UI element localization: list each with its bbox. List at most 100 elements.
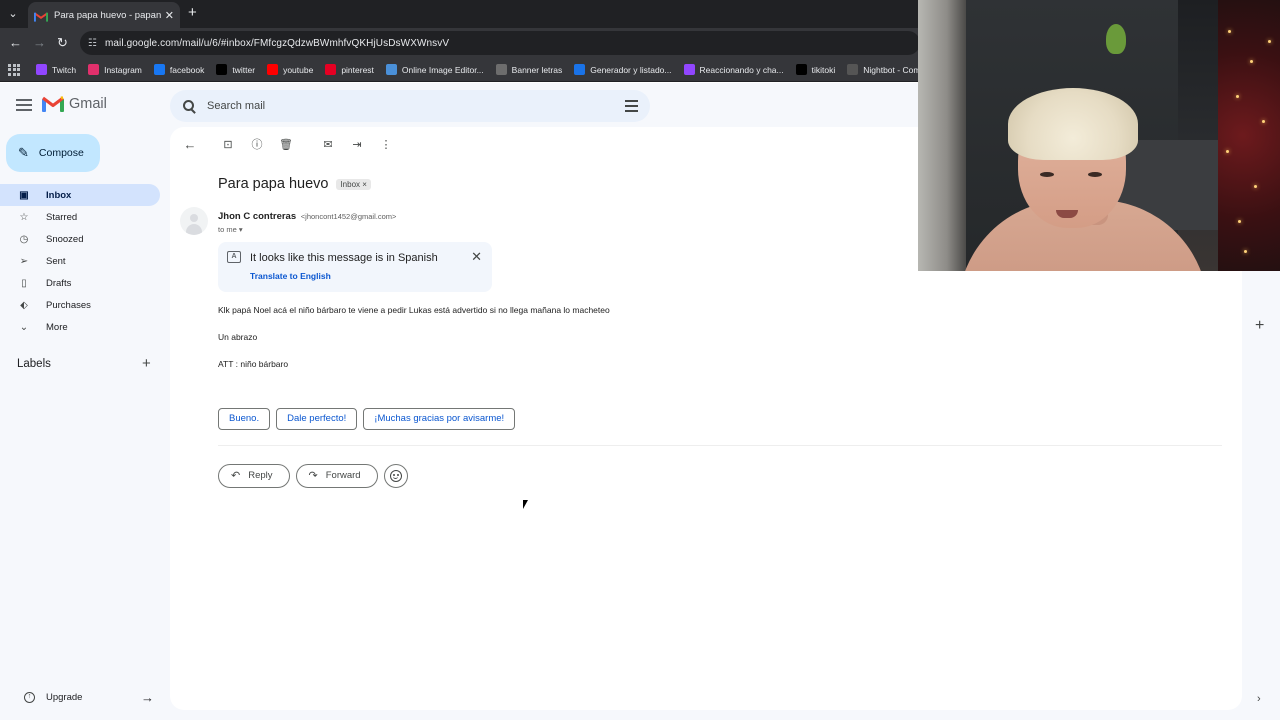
sidebar-nav: ▣ Inbox ☆ Starred ◷ Snoozed ➢ Sent ▯ Drafts ⬖ Purch… [0, 184, 160, 338]
reload-icon[interactable]: ↻ [57, 35, 68, 51]
image-editor-icon [385, 64, 397, 75]
sidebar-item-inbox[interactable]: ▣ Inbox [0, 184, 160, 206]
webcam-door [918, 0, 966, 271]
back-to-inbox-icon[interactable]: ← [182, 137, 198, 153]
translate-message: It looks like this message is in Spanish [250, 252, 438, 264]
show-side-panel-icon[interactable]: › [1257, 693, 1261, 705]
more-options-icon[interactable]: ⋮ [378, 137, 394, 153]
twitch-icon [683, 64, 695, 75]
omnibox[interactable]: ☷ mail.google.com/mail/u/6/#inbox/FMfcgz… [80, 31, 920, 55]
search-icon[interactable] [183, 99, 196, 113]
back-icon[interactable]: ← [9, 35, 22, 51]
tab-title: Para papa huevo - papanoelcu... [54, 9, 161, 21]
apps-grid-icon[interactable] [8, 63, 20, 76]
youtube-icon [267, 64, 279, 75]
main-menu-icon[interactable] [16, 99, 32, 111]
compose-button[interactable]: ✎ Compose [6, 134, 100, 172]
smart-reply-button[interactable]: Dale perfecto! [276, 408, 358, 430]
recipient-details[interactable]: to me ▾ [218, 225, 243, 234]
move-to-icon[interactable]: ⇥ [349, 137, 365, 153]
generator-icon [574, 64, 586, 75]
close-icon[interactable]: ✕ [471, 249, 482, 265]
site-info-icon[interactable]: ☷ [88, 38, 97, 49]
sidebar-item-label: Drafts [46, 277, 72, 289]
delete-icon[interactable]: 🗑 [278, 137, 294, 153]
sender-name[interactable]: Jhon C contreras [218, 211, 296, 222]
search-options-icon[interactable] [625, 100, 638, 112]
forward-label: Forward [325, 470, 361, 481]
bookmark-label: youtube [283, 64, 314, 75]
facebook-icon [153, 64, 165, 75]
bookmark-item[interactable]: pinterest [325, 64, 374, 75]
pinterest-icon [325, 64, 337, 75]
inbox-label-chip[interactable]: Inbox × [336, 178, 371, 190]
webcam-alien-figure [1106, 24, 1126, 54]
emoji-reaction-button[interactable] [383, 464, 408, 488]
tab-search-icon[interactable]: ⌄ [4, 5, 22, 23]
sidebar-item-snoozed[interactable]: ◷ Snoozed [0, 228, 160, 250]
bookmark-item[interactable]: Reaccionando y cha... [683, 64, 784, 75]
star-icon: ☆ [19, 211, 29, 223]
bookmark-item[interactable]: Twitch [36, 64, 76, 75]
webcam-person-hair [1008, 88, 1138, 160]
browser-tab[interactable]: Para papa huevo - papanoelcu... ✕ [28, 2, 180, 28]
sidebar-item-label: More [46, 321, 68, 333]
reply-icon: ↶ [231, 470, 241, 482]
sidebar-item-sent[interactable]: ➢ Sent [0, 250, 160, 272]
bookmark-label: pinterest [341, 64, 374, 75]
reply-label: Reply [248, 470, 273, 481]
tab-close-icon[interactable]: ✕ [165, 9, 174, 22]
add-label-icon[interactable]: + [142, 355, 151, 372]
bookmark-item[interactable]: twitter [216, 64, 255, 75]
tiktok-icon [795, 64, 807, 75]
upgrade-button[interactable]: ↑ Upgrade → [24, 690, 154, 705]
sender-line: Jhon C contreras <jhoncont1452@gmail.com… [218, 211, 396, 222]
bookmark-item[interactable]: tikitoki [795, 64, 836, 75]
translate-banner: A It looks like this message is in Spani… [218, 242, 492, 292]
sidebar-item-starred[interactable]: ☆ Starred [0, 206, 160, 228]
smart-reply-button[interactable]: ¡Muchas gracias por avisarme! [363, 408, 516, 430]
bookmark-item[interactable]: Banner letras [495, 64, 562, 75]
mark-unread-icon[interactable]: ✉ [320, 137, 336, 153]
gmail-logo[interactable]: Gmail [42, 96, 107, 112]
bookmark-label: Reaccionando y cha... [699, 64, 784, 75]
archive-icon[interactable]: ⊡ [220, 137, 236, 153]
sidebar-item-label: Purchases [46, 299, 91, 311]
report-spam-icon[interactable]: ⓘ [249, 137, 265, 153]
clock-icon: ◷ [19, 233, 29, 245]
search-bar[interactable] [170, 90, 650, 122]
new-tab-button[interactable]: + [188, 5, 197, 21]
bookmark-item[interactable]: facebook [153, 64, 204, 75]
message-body: Klk papá Noel acá el niño bárbaro te vie… [218, 305, 610, 386]
smiley-icon [389, 470, 402, 482]
bookmark-label: twitter [232, 64, 256, 75]
draft-icon: ▯ [21, 277, 27, 289]
arrow-right-icon: → [141, 690, 154, 705]
bookmark-label: tikitoki [811, 64, 836, 75]
forward-button[interactable]: ↷ Forward [295, 464, 378, 488]
sidebar-item-label: Starred [46, 211, 78, 223]
bookmark-label: Generador y listado... [590, 64, 672, 75]
bookmark-item[interactable]: Instagram [88, 64, 142, 75]
labels-heading: Labels [17, 358, 51, 370]
forward-icon[interactable]: → [33, 35, 46, 51]
bookmark-item[interactable]: Online Image Editor... [385, 64, 484, 75]
get-addons-icon[interactable]: + [1255, 317, 1264, 335]
smart-reply-button[interactable]: Bueno. [218, 408, 271, 430]
send-icon: ➢ [19, 255, 29, 267]
pencil-icon: ✎ [18, 145, 29, 160]
sidebar-item-purchases[interactable]: ⬖ Purchases [0, 294, 160, 316]
bookmark-item[interactable]: Generador y listado... [574, 64, 672, 75]
sidebar-item-label: Inbox [46, 189, 72, 201]
search-input[interactable] [207, 100, 597, 112]
message-toolbar: ← ⊡ ⓘ 🗑 ✉ ⇥ ⋮ [182, 137, 407, 153]
reply-button[interactable]: ↶ Reply [218, 464, 290, 488]
translate-link[interactable]: Translate to English [250, 271, 331, 281]
sidebar-item-more[interactable]: ⌄ More [0, 316, 160, 338]
sidebar-item-drafts[interactable]: ▯ Drafts [0, 272, 160, 294]
forward-icon: ↷ [308, 470, 318, 482]
url-text[interactable]: mail.google.com/mail/u/6/#inbox/FMfcgzQd… [105, 38, 449, 49]
webcam-christmas-tree [1218, 0, 1280, 271]
webcam-person-eye [1088, 172, 1102, 177]
bookmark-item[interactable]: youtube [267, 64, 313, 75]
